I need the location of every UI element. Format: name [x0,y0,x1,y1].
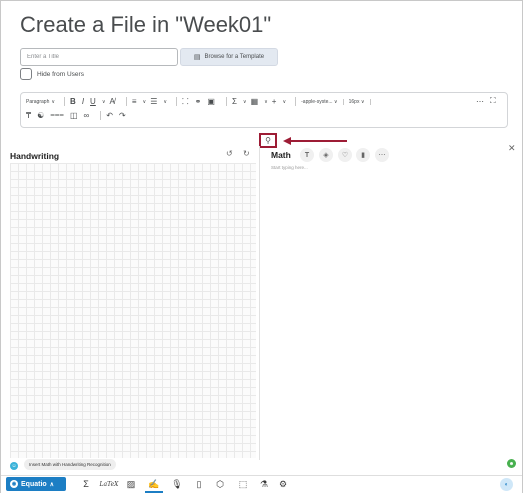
equatio-logo-icon: ☺ [10,462,18,470]
underline-button[interactable]: U [90,97,96,106]
font-size-value: 16px [348,98,360,105]
page-title: Create a File in "Week01" [20,12,272,37]
divider [125,97,127,106]
font-size-select[interactable]: 16px ∨ [348,98,371,105]
media-icon[interactable]: ▣ [207,97,215,106]
divider [100,110,102,120]
divider [64,97,66,106]
chevron-down-icon[interactable]: ∨ [163,99,167,105]
equatio-icon: ◉ [10,480,18,488]
hide-checkbox[interactable] [20,68,32,80]
handwriting-canvas[interactable] [10,163,256,458]
user-settings-icon[interactable]: ⚙ [276,477,290,491]
font-family-value: -apple-syste... [301,98,333,105]
math-title: Math [271,150,291,160]
more-icon[interactable]: ⋯ [476,97,484,106]
divider [295,97,297,106]
chevron-down-icon[interactable]: ∨ [264,99,268,105]
hide-label: Hide from Users [37,70,84,78]
hint-tooltip: Insert Math with Handwriting Recognition [24,459,116,470]
fill-icon[interactable]: ◈ [319,148,333,162]
handwriting-tool-icon[interactable]: ✍ [145,477,163,493]
accessibility-icon[interactable]: ☯ [37,111,44,120]
graph-tool-icon[interactable]: ▨ [123,477,139,491]
editor-toolbar-row1: Paragraph ∨ B I U ∨ A̸ ≡ ∨ ☰ ∨ ⸬ ⚭ ▣ Σ ∨… [26,96,376,107]
math-editor-tool[interactable]: Σ [78,477,94,491]
text-mode-icon[interactable]: T [300,148,314,162]
equation-icon[interactable]: Σ [232,97,237,106]
fullscreen-icon[interactable]: ⛶ [490,96,496,106]
speech-input-icon[interactable]: 🎙 [171,477,183,491]
undo-icon[interactable]: ↶ [106,111,113,120]
handwriting-title: Handwriting [10,151,60,161]
close-icon[interactable]: ✕ [508,143,516,154]
paragraph-select[interactable]: Paragraph [26,99,49,105]
3d-cube-icon[interactable]: ⬡ [213,477,227,491]
browse-template-button[interactable]: ▤ Browse for a Template [180,48,278,66]
redo-icon[interactable]: ↷ [119,111,126,120]
help-bubble-icon[interactable]: ◐ [500,478,513,491]
divider [176,97,178,106]
chevron-down-icon[interactable]: ∨ [102,99,106,105]
insert-stuff-icon[interactable]: ⸬ [182,96,189,107]
title-input[interactable] [20,48,178,66]
browse-template-label: Browse for a Template [204,54,265,60]
heart-icon[interactable]: ♡ [338,148,352,162]
chevron-down-icon[interactable]: ∨ [51,99,55,105]
insert-plus-icon[interactable]: + [272,97,277,106]
equatio-label: Equatio [21,480,47,488]
handwriting-redo-icon[interactable]: ↻ [243,149,250,158]
delete-icon[interactable]: ▮ [356,148,370,162]
align-icon[interactable]: ≡ [132,97,137,106]
divider [225,97,227,106]
editor-toolbar-row2: ₸ ☯ ⩶ ◫ ∞ ↶ ↷ [26,110,132,120]
chevron-down-icon[interactable]: ∨ [282,99,286,105]
source-code-icon[interactable]: ∞ [84,111,90,120]
italic-button[interactable]: I [82,97,84,106]
math-input[interactable]: Start typing here... [271,165,308,170]
panel-divider [259,146,260,460]
spellcheck-icon[interactable]: ◫ [70,111,78,120]
hide-from-users-row[interactable]: Hide from Users [20,68,84,80]
table-icon[interactable]: ▦ [251,97,259,106]
sigma-icon: Σ [83,479,89,489]
flask-icon[interactable]: ⚗ [258,477,270,491]
equatio-menu-button[interactable]: ◉ Equatio ∧ [6,477,66,491]
text-color-icon[interactable]: A̸ [110,97,115,106]
format-painter-icon[interactable]: ₸ [26,111,31,120]
template-icon: ▤ [193,54,201,61]
chevron-up-icon: ∧ [49,481,55,488]
mobile-icon[interactable]: ▯ [193,477,205,491]
editor-toolbar-right: ⋯ ⛶ [476,96,502,106]
equatio-insert-icon[interactable]: ⚲ [259,133,277,148]
mascot-icon[interactable]: ☻ [507,459,516,468]
chevron-down-icon[interactable]: ∨ [243,99,247,105]
math-more-icon[interactable]: ⋯ [375,148,389,162]
handwriting-undo-icon[interactable]: ↺ [226,149,233,158]
screenshot-reader-icon[interactable]: ⬚ [235,477,251,491]
list-icon[interactable]: ☰ [150,97,157,106]
latex-tool[interactable]: LaTeX [98,477,120,491]
latex-label: LaTeX [99,480,119,488]
bold-button[interactable]: B [70,97,76,106]
preview-icon[interactable]: ⩶ [50,110,64,120]
chevron-down-icon[interactable]: ∨ [143,99,147,105]
red-arrow-icon [283,137,347,145]
link-icon[interactable]: ⚭ [195,97,202,106]
font-family-select[interactable]: -apple-syste... ∨ [301,98,344,105]
